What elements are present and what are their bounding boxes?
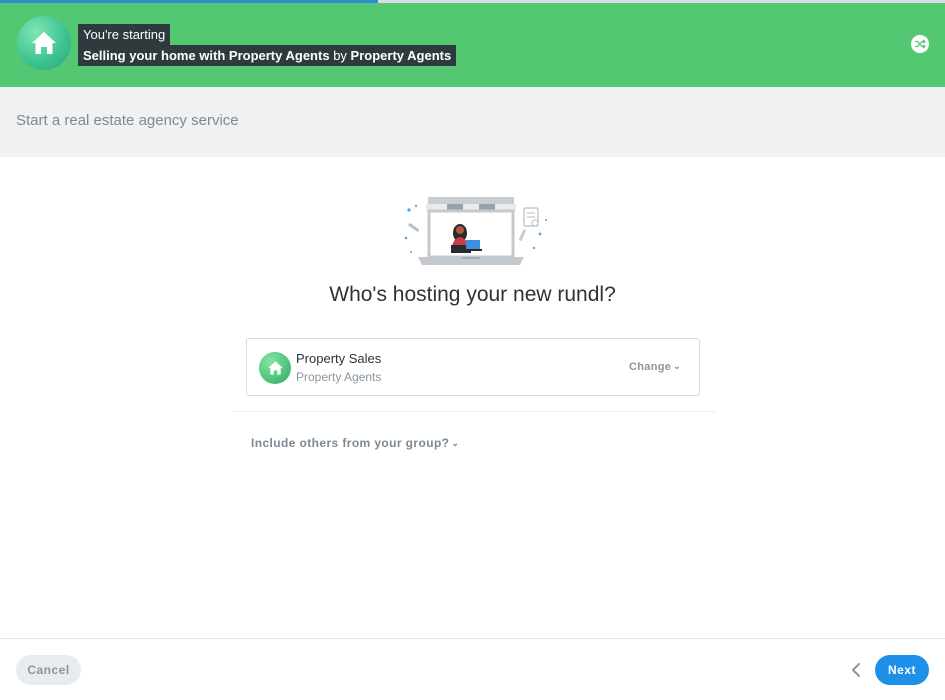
host-avatar [259,352,291,384]
footer-divider [0,638,945,639]
chevron-left-icon [852,663,860,677]
include-others-label: Include others from your group? [251,436,450,450]
storefront-laptop-illustration [404,197,547,265]
shuffle-button[interactable] [911,35,929,53]
house-icon [267,361,283,375]
cancel-button[interactable]: Cancel [16,655,81,685]
change-label: Change [629,361,672,373]
host-name: Property Sales [296,351,382,366]
change-host-button[interactable]: Change ⌄ [629,361,681,373]
next-button[interactable]: Next [875,655,929,685]
back-button[interactable] [846,659,866,681]
host-group: Property Agents [296,370,382,384]
page-title: Start a real estate agency service [16,112,239,129]
shuffle-icon [915,39,926,49]
by-word: by [333,48,347,63]
include-others-toggle[interactable]: Include others from your group? ⌄ [251,436,459,450]
template-name: Selling your home with Property Agents [83,48,330,63]
chevron-down-icon: ⌄ [451,438,460,448]
banner-starting-label: You're starting [78,24,171,45]
banner-avatar [17,16,71,70]
template-author: Property Agents [350,48,452,63]
banner-template-title: Selling your home with Property Agents b… [78,45,457,66]
subheader: Start a real estate agency service [0,87,945,157]
chevron-down-icon: ⌄ [673,361,681,371]
divider [232,411,716,412]
hosting-question: Who's hosting your new rundl? [329,283,616,306]
house-icon [32,32,56,54]
template-banner: You're starting Selling your home with P… [0,3,945,87]
host-card: Property Sales Property Agents Change ⌄ [246,338,700,396]
